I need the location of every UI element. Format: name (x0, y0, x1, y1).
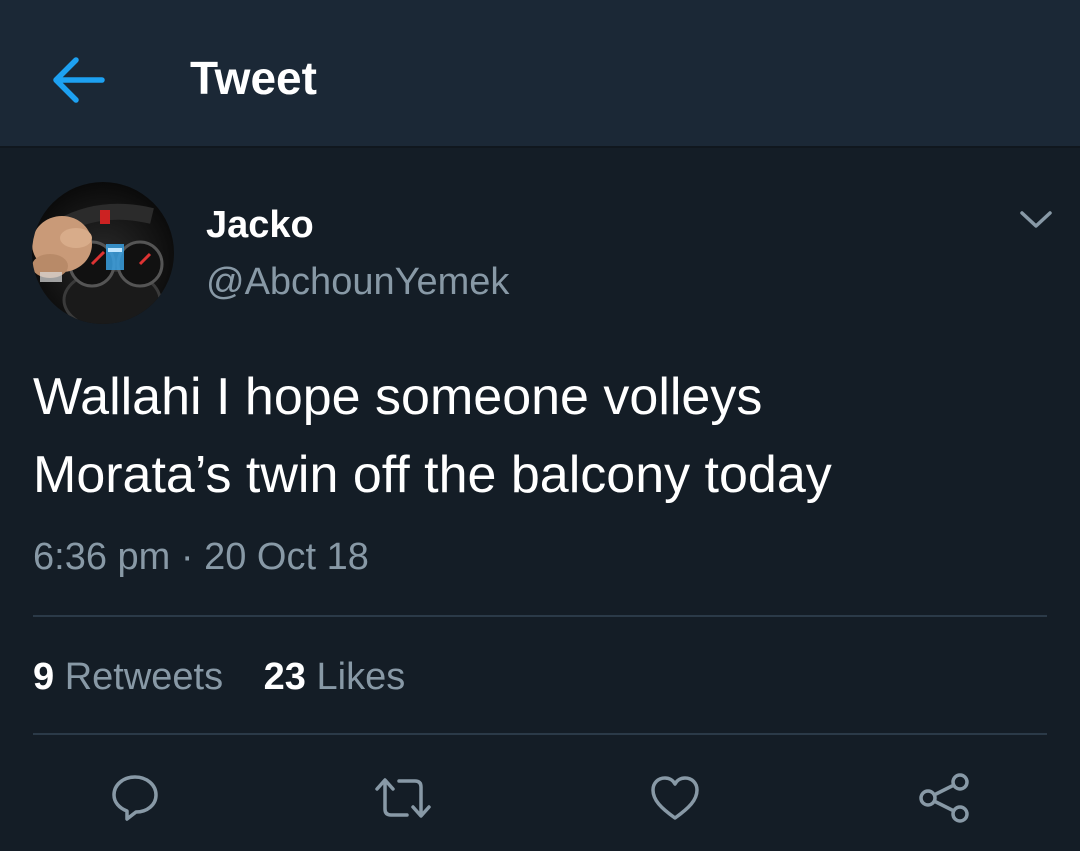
tweet-text-line: Wallahi I hope someone volleys (33, 368, 763, 426)
author-handle[interactable]: @AbchounYemek (206, 256, 509, 308)
retweet-icon (375, 778, 431, 818)
retweets-label: Retweets (64, 656, 224, 698)
tweet-detail-screen: Tweet Jacko @AbchounYemek Wallahi I hope… (0, 0, 1080, 851)
author-name[interactable]: Jacko (206, 200, 314, 250)
tweet-date: 20 Oct 18 (204, 536, 369, 578)
reply-icon (112, 775, 158, 821)
likes-label: Likes (316, 656, 406, 698)
page-title: Tweet (190, 52, 317, 104)
tweet-text: Wallahi I hope someone volleys Morata’s … (33, 358, 1043, 514)
reply-button[interactable] (103, 768, 167, 828)
back-arrow-icon (53, 57, 105, 103)
divider (33, 733, 1047, 735)
like-heart-icon (651, 776, 699, 820)
tweet-options-button[interactable] (1008, 196, 1064, 244)
divider (33, 615, 1047, 617)
timestamp-separator: · (180, 536, 194, 578)
likes-count-link[interactable]: 23 Likes (264, 652, 406, 702)
tweet-timestamp[interactable]: 6:36 pm · 20 Oct 18 (33, 532, 369, 582)
top-app-bar: Tweet (0, 0, 1080, 148)
share-icon (919, 773, 969, 823)
retweets-count-link[interactable]: 9 Retweets (33, 652, 223, 702)
retweets-count: 9 (33, 656, 55, 698)
tweet-text-line: Morata’s twin off the balcony today (33, 446, 832, 504)
avatar[interactable] (32, 182, 174, 324)
avatar-image (32, 182, 174, 324)
share-button[interactable] (912, 768, 976, 828)
chevron-down-icon (1020, 211, 1052, 228)
engagement-stats: 9 Retweets 23 Likes (33, 652, 435, 702)
tweet-time: 6:36 pm (33, 536, 171, 578)
like-button[interactable] (643, 768, 707, 828)
retweet-button[interactable] (371, 768, 435, 828)
back-button[interactable] (40, 42, 116, 118)
likes-count: 23 (263, 656, 306, 698)
